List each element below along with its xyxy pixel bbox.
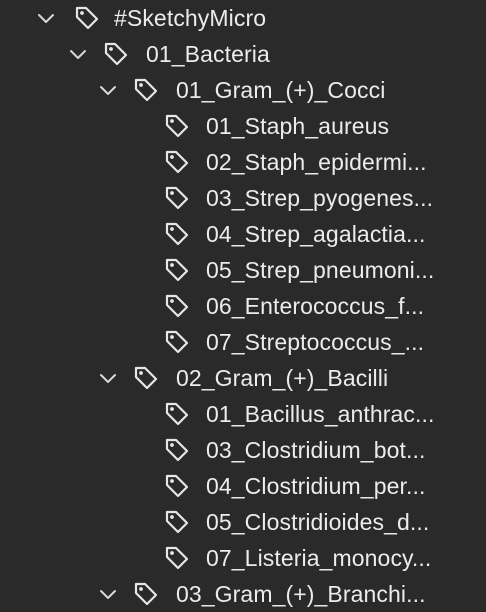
tag-icon <box>162 543 192 573</box>
tree-row-enterococcus[interactable]: 06_Enterococcus_f... <box>0 288 486 324</box>
tree-row-label: 01_Bacteria <box>146 41 270 67</box>
tree-row-label: 01_Bacillus_anthrac... <box>206 401 435 427</box>
tag-icon <box>162 327 192 357</box>
tree-row-label: 05_Clostridioides_d... <box>206 509 430 535</box>
tree-row-label: 05_Strep_pneumoni... <box>206 257 435 283</box>
tree-row-sketchymicro[interactable]: #SketchyMicro <box>0 0 486 36</box>
tree-row-label: 03_Strep_pyogenes... <box>206 185 434 211</box>
tag-icon <box>162 111 192 141</box>
tree-row-label: 04_Strep_agalactia... <box>206 221 426 247</box>
tree-row-label: 07_Listeria_monocy... <box>206 545 432 571</box>
tree-row-strep-agalactiae[interactable]: 04_Strep_agalactia... <box>0 216 486 252</box>
tag-icon <box>162 183 192 213</box>
tree-row-label: 04_Clostridium_per... <box>206 473 426 499</box>
tree-row-strep-pyogenes[interactable]: 03_Strep_pyogenes... <box>0 180 486 216</box>
tag-icon <box>162 399 192 429</box>
tree-row-streptococcus[interactable]: 07_Streptococcus_... <box>0 324 486 360</box>
tree-row-clostridioides-difficile[interactable]: 05_Clostridioides_d... <box>0 504 486 540</box>
chevron-down-icon[interactable] <box>36 11 56 25</box>
tree-row-label: 03_Clostridium_bot... <box>206 437 426 463</box>
tree-row-staph-aureus[interactable]: 01_Staph_aureus <box>0 108 486 144</box>
tag-icon <box>131 579 161 609</box>
tree-row-gram-positive-cocci[interactable]: 01_Gram_(+)_Cocci <box>0 72 486 108</box>
tree-row-bacteria[interactable]: 01_Bacteria <box>0 36 486 72</box>
tag-icon <box>162 507 192 537</box>
tree-row-label: 07_Streptococcus_... <box>206 329 425 355</box>
tag-icon <box>131 75 161 105</box>
tree-row-gram-positive-bacilli[interactable]: 02_Gram_(+)_Bacilli <box>0 360 486 396</box>
tag-icon <box>162 219 192 249</box>
tree-row-listeria-monocytogenes[interactable]: 07_Listeria_monocy... <box>0 540 486 576</box>
tree-row-label: 06_Enterococcus_f... <box>206 293 425 319</box>
tag-icon <box>101 39 131 69</box>
tree-row-clostridium-perfringens[interactable]: 04_Clostridium_per... <box>0 468 486 504</box>
tree-row-label: 03_Gram_(+)_Branchi... <box>176 581 426 607</box>
tree-row-label: 02_Gram_(+)_Bacilli <box>176 365 389 391</box>
tree-row-staph-epidermidis[interactable]: 02_Staph_epidermi... <box>0 144 486 180</box>
tag-icon <box>162 147 192 177</box>
tag-icon <box>131 363 161 393</box>
tag-icon <box>162 435 192 465</box>
tree-row-gram-positive-branching[interactable]: 03_Gram_(+)_Branchi... <box>0 576 486 612</box>
tree-row-label: 01_Gram_(+)_Cocci <box>176 77 386 103</box>
chevron-down-icon[interactable] <box>98 587 118 601</box>
tag-icon <box>162 291 192 321</box>
tree-row-strep-pneumoniae[interactable]: 05_Strep_pneumoni... <box>0 252 486 288</box>
tree-row-label: 01_Staph_aureus <box>206 113 390 139</box>
chevron-down-icon[interactable] <box>98 371 118 385</box>
tree-row-clostridium-botulinum[interactable]: 03_Clostridium_bot... <box>0 432 486 468</box>
chevron-down-icon[interactable] <box>98 83 118 97</box>
tree-row-bacillus-anthracis[interactable]: 01_Bacillus_anthrac... <box>0 396 486 432</box>
chevron-down-icon[interactable] <box>68 47 88 61</box>
tag-icon <box>162 255 192 285</box>
tag-icon <box>162 471 192 501</box>
tag-icon <box>72 3 102 33</box>
tree-row-label: #SketchyMicro <box>114 5 267 31</box>
tag-tree: #SketchyMicro 01_Bacteria 01_Gram_(+)_Co… <box>0 0 486 608</box>
tree-row-label: 02_Staph_epidermi... <box>206 149 427 175</box>
